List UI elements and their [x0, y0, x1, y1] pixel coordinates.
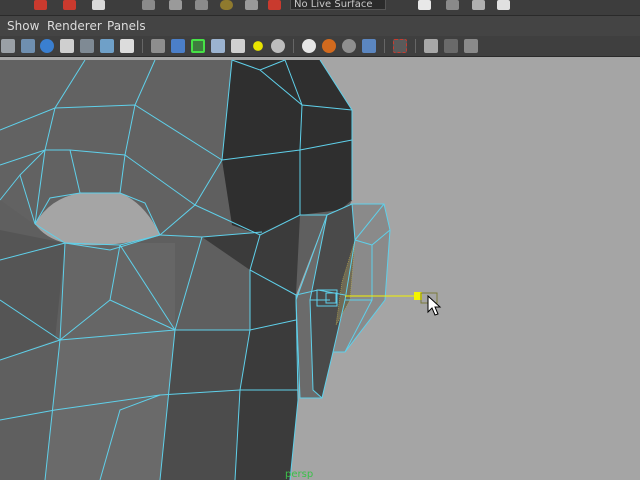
- bookmarks-icon[interactable]: [40, 39, 54, 53]
- scale-tool-icon[interactable]: [92, 0, 105, 10]
- head-side-dark: [222, 60, 352, 235]
- textured-icon[interactable]: [211, 39, 225, 53]
- toolbar-separator: [293, 39, 294, 53]
- toolbar-separator: [384, 39, 385, 53]
- two-d-pan-zoom-icon[interactable]: [80, 39, 94, 53]
- select-camera-icon[interactable]: [1, 39, 15, 53]
- mouse-cursor-icon: [427, 294, 442, 316]
- shadows-icon[interactable]: [271, 39, 285, 53]
- grid-icon[interactable]: [120, 39, 134, 53]
- menu-renderer[interactable]: Renderer: [47, 16, 102, 36]
- menu-panels[interactable]: Panels: [107, 16, 146, 36]
- render-settings-icon[interactable]: [446, 0, 459, 10]
- wireframe-on-shaded-icon[interactable]: [191, 39, 205, 53]
- isolate-select-icon[interactable]: [393, 39, 407, 53]
- main-toolbar-strip: No Live Surface: [0, 0, 640, 16]
- xray-components-icon[interactable]: [464, 39, 478, 53]
- hypershade-icon[interactable]: [497, 0, 510, 10]
- toolbar-separator: [142, 39, 143, 53]
- ipr-icon[interactable]: [418, 0, 431, 10]
- depth-of-field-icon[interactable]: [362, 39, 376, 53]
- make-live-icon[interactable]: [220, 0, 233, 10]
- rotate-tool-icon[interactable]: [63, 0, 76, 10]
- use-all-lights-icon[interactable]: [253, 41, 263, 51]
- point-snap-icon[interactable]: [195, 0, 208, 10]
- grid-snap-icon[interactable]: [142, 0, 155, 10]
- perspective-viewport[interactable]: persp: [0, 57, 640, 480]
- image-plane-icon[interactable]: [60, 39, 74, 53]
- xray-joints-icon[interactable]: [444, 39, 458, 53]
- live-surface-field[interactable]: No Live Surface: [290, 0, 386, 10]
- wireframe-icon[interactable]: [151, 39, 165, 53]
- smooth-shade-icon[interactable]: [171, 39, 185, 53]
- checker-icon[interactable]: [231, 39, 245, 53]
- xray-icon[interactable]: [424, 39, 438, 53]
- face-light-1: [45, 330, 175, 480]
- render-view-icon[interactable]: [472, 0, 485, 10]
- render-icon[interactable]: [268, 0, 281, 10]
- camera-attributes-icon[interactable]: [21, 39, 35, 53]
- toolbar-separator: [415, 39, 416, 53]
- menu-show[interactable]: Show: [7, 16, 39, 36]
- motion-blur-icon[interactable]: [322, 39, 336, 53]
- head-mesh: [0, 59, 442, 480]
- camera-label: persp: [285, 469, 314, 480]
- panel-toolbar: [0, 36, 640, 57]
- move-tool-icon[interactable]: [34, 0, 47, 10]
- history-icon[interactable]: [245, 0, 258, 10]
- grease-pencil-icon[interactable]: [100, 39, 114, 53]
- screen-space-ao-icon[interactable]: [302, 39, 316, 53]
- anti-alias-icon[interactable]: [342, 39, 356, 53]
- panel-menu-bar: Show Renderer Panels: [0, 16, 640, 36]
- curve-snap-icon[interactable]: [169, 0, 182, 10]
